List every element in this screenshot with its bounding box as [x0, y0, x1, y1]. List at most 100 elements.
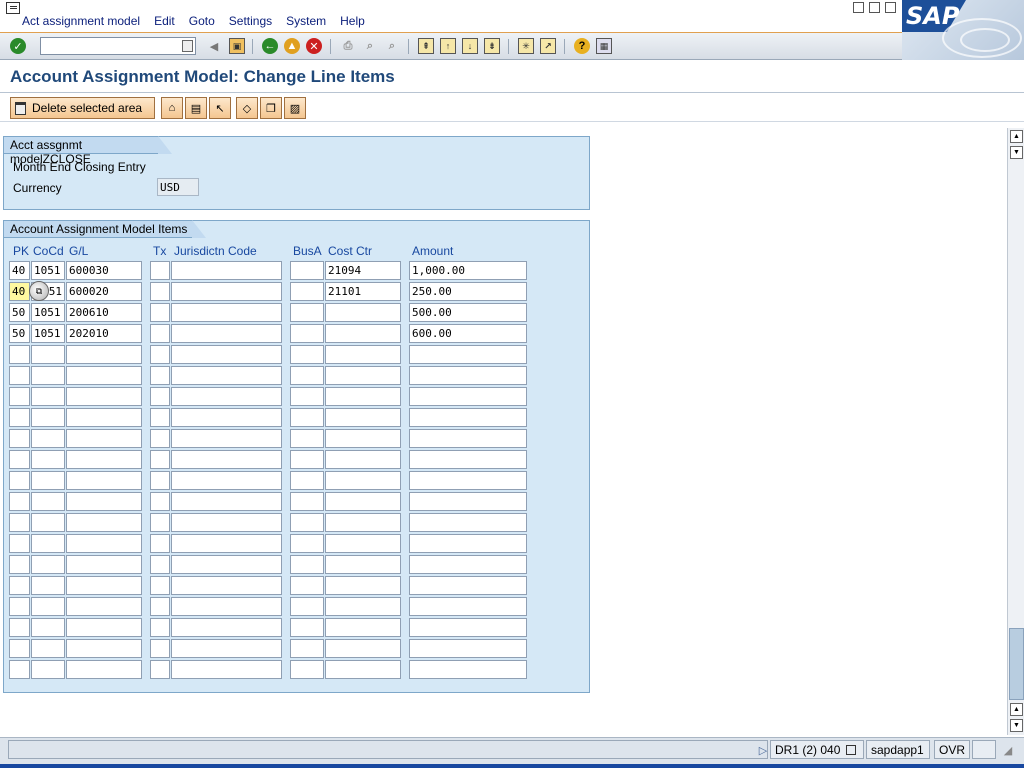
amount-cell[interactable]: [409, 513, 527, 532]
tx-cell[interactable]: [150, 261, 170, 280]
pk-cell[interactable]: [9, 450, 30, 469]
amount-cell[interactable]: [409, 471, 527, 490]
cocd-cell[interactable]: [31, 408, 65, 427]
gl-cell[interactable]: [66, 576, 142, 595]
amount-cell[interactable]: 600.00: [409, 324, 527, 343]
deselect-all-icon[interactable]: ◇: [236, 97, 258, 119]
tx-cell[interactable]: [150, 513, 170, 532]
pk-cell[interactable]: [9, 534, 30, 553]
minimize-icon[interactable]: [853, 2, 864, 13]
menu-system[interactable]: System: [286, 14, 326, 28]
save-icon[interactable]: ▣: [229, 38, 245, 54]
copy-icon[interactable]: ❐: [260, 97, 282, 119]
amount-cell[interactable]: [409, 576, 527, 595]
pk-cell[interactable]: [9, 660, 30, 679]
column-header-busa[interactable]: BusA: [293, 244, 322, 258]
gl-cell[interactable]: 600030: [66, 261, 142, 280]
amount-cell[interactable]: [409, 408, 527, 427]
amount-cell[interactable]: [409, 450, 527, 469]
scroll-page-down-icon[interactable]: ▲: [1010, 703, 1023, 716]
cocd-cell[interactable]: [31, 492, 65, 511]
jurisdiction-cell[interactable]: [171, 324, 282, 343]
busa-cell[interactable]: [290, 345, 324, 364]
system-info-icon[interactable]: [845, 745, 856, 755]
vertical-scrollbar[interactable]: ▲ ▼ ▲ ▼: [1007, 128, 1024, 735]
cocd-cell[interactable]: [31, 555, 65, 574]
cost-center-cell[interactable]: [325, 534, 401, 553]
column-header-amount[interactable]: Amount: [412, 244, 453, 258]
amount-cell[interactable]: [409, 366, 527, 385]
busa-cell[interactable]: [290, 324, 324, 343]
busa-cell[interactable]: [290, 597, 324, 616]
column-header-pk[interactable]: PK: [13, 244, 29, 258]
status-expand-icon[interactable]: ▷: [755, 742, 771, 758]
layout-menu-icon[interactable]: ▦: [596, 38, 612, 54]
busa-cell[interactable]: [290, 555, 324, 574]
cocd-cell[interactable]: [31, 597, 65, 616]
amount-cell[interactable]: 1,000.00: [409, 261, 527, 280]
tx-cell[interactable]: [150, 366, 170, 385]
enter-icon[interactable]: ✓: [10, 38, 26, 54]
amount-cell[interactable]: [409, 618, 527, 637]
jurisdiction-cell[interactable]: [171, 492, 282, 511]
busa-cell[interactable]: [290, 639, 324, 658]
cocd-cell[interactable]: [31, 513, 65, 532]
tx-cell[interactable]: [150, 429, 170, 448]
cocd-cell[interactable]: 1051: [31, 324, 65, 343]
cost-center-cell[interactable]: [325, 450, 401, 469]
cost-center-cell[interactable]: [325, 471, 401, 490]
pk-cell[interactable]: [9, 408, 30, 427]
gl-cell[interactable]: [66, 471, 142, 490]
cocd-cell[interactable]: [31, 639, 65, 658]
paste-icon[interactable]: ▨: [284, 97, 306, 119]
gl-cell[interactable]: 200610: [66, 303, 142, 322]
busa-cell[interactable]: [290, 366, 324, 385]
cocd-cell[interactable]: [31, 429, 65, 448]
cost-center-cell[interactable]: [325, 639, 401, 658]
cost-center-cell[interactable]: [325, 429, 401, 448]
gl-cell[interactable]: [66, 639, 142, 658]
jurisdiction-cell[interactable]: [171, 303, 282, 322]
system-menu-icon[interactable]: [6, 2, 20, 14]
tx-cell[interactable]: [150, 576, 170, 595]
pk-cell[interactable]: [9, 345, 30, 364]
cocd-cell[interactable]: [31, 534, 65, 553]
pk-cell[interactable]: [9, 576, 30, 595]
pk-cell[interactable]: 40: [9, 282, 30, 301]
jurisdiction-cell[interactable]: [171, 408, 282, 427]
column-header-jurisdiction[interactable]: Jurisdictn Code: [174, 244, 257, 258]
delete-selected-area-button[interactable]: Delete selected area: [10, 97, 155, 119]
pk-cell[interactable]: 50: [9, 303, 30, 322]
jurisdiction-cell[interactable]: [171, 429, 282, 448]
busa-cell[interactable]: [290, 429, 324, 448]
gl-cell[interactable]: [66, 492, 142, 511]
gl-cell[interactable]: [66, 513, 142, 532]
tx-cell[interactable]: [150, 387, 170, 406]
menu-help[interactable]: Help: [340, 14, 365, 28]
amount-cell[interactable]: 500.00: [409, 303, 527, 322]
last-page-icon[interactable]: ⇟: [484, 38, 500, 54]
cost-center-cell[interactable]: 21094: [325, 261, 401, 280]
cost-center-cell[interactable]: [325, 555, 401, 574]
menu-edit[interactable]: Edit: [154, 14, 175, 28]
restore-icon[interactable]: [869, 2, 880, 13]
cocd-cell[interactable]: [31, 471, 65, 490]
tx-cell[interactable]: [150, 408, 170, 427]
cost-center-cell[interactable]: 21101: [325, 282, 401, 301]
pk-cell[interactable]: [9, 555, 30, 574]
scroll-page-up-icon[interactable]: ▼: [1010, 146, 1023, 159]
menu-act-assignment-model[interactable]: Act assignment model: [22, 14, 140, 28]
tx-cell[interactable]: [150, 303, 170, 322]
pk-cell[interactable]: [9, 639, 30, 658]
gl-cell[interactable]: [66, 660, 142, 679]
gl-cell[interactable]: [66, 597, 142, 616]
column-header-tx[interactable]: Tx: [153, 244, 166, 258]
pk-cell[interactable]: 50: [9, 324, 30, 343]
cost-center-cell[interactable]: [325, 618, 401, 637]
pk-cell[interactable]: [9, 429, 30, 448]
column-header-gl[interactable]: G/L: [69, 244, 88, 258]
pk-cell[interactable]: [9, 618, 30, 637]
previous-page-icon[interactable]: ↑: [440, 38, 456, 54]
back-icon[interactable]: ←: [262, 38, 278, 54]
jurisdiction-cell[interactable]: [171, 261, 282, 280]
